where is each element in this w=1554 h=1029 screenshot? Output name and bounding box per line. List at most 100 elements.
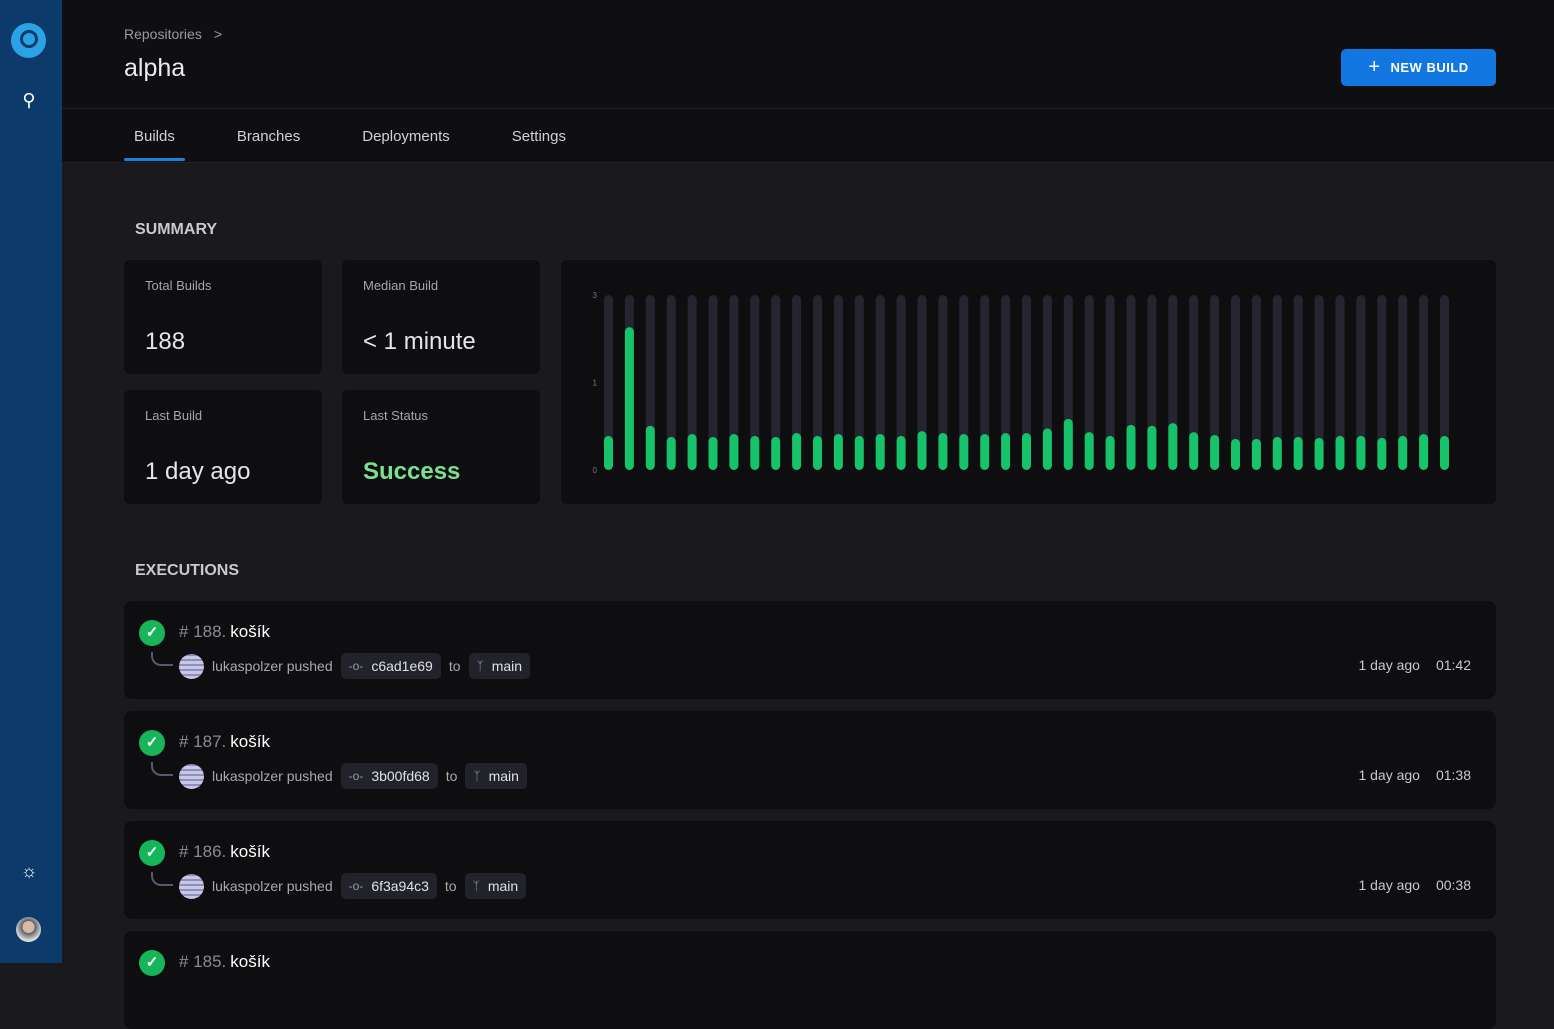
new-build-label: NEW BUILD: [1390, 60, 1469, 75]
bar[interactable]: [604, 435, 613, 470]
breadcrumb: Repositories >: [124, 26, 222, 42]
bar[interactable]: [1440, 435, 1449, 470]
breadcrumb-repositories[interactable]: Repositories: [124, 26, 202, 42]
bar[interactable]: [875, 434, 885, 470]
build-duration-chart: 3 1 0: [561, 260, 1496, 504]
new-build-button[interactable]: + NEW BUILD: [1341, 49, 1496, 86]
bar[interactable]: [1356, 435, 1366, 470]
build-meta: lukaspolzer pushed -o-c6ad1e69 to ᛉ main: [179, 653, 531, 679]
execution-row[interactable]: ✓ # 187. košík lukaspolzer pushed -o- 3b00…: [124, 711, 1496, 809]
bar[interactable]: [1147, 425, 1157, 470]
bar[interactable]: [896, 435, 906, 470]
to-label: to: [448, 658, 461, 674]
tab-deployments[interactable]: Deployments: [352, 128, 460, 145]
stat-last-build: Last Build 1 day ago: [124, 390, 322, 504]
tabs: Builds Branches Deployments Settings: [124, 128, 576, 161]
branch-name: main: [488, 768, 519, 784]
plus-icon: +: [1368, 56, 1381, 78]
bar[interactable]: [1251, 438, 1261, 470]
build-timing: 1 day ago 01:38: [1358, 767, 1471, 783]
branch-pill[interactable]: ᛉ main: [464, 873, 527, 899]
bar[interactable]: [1272, 436, 1282, 470]
bar[interactable]: [771, 436, 781, 470]
executions-heading: EXECUTIONS: [135, 562, 240, 579]
tab-settings[interactable]: Settings: [502, 128, 576, 145]
connector-line: [151, 872, 173, 886]
stat-value: 1 day ago: [145, 458, 251, 485]
page-title: alpha: [124, 54, 186, 82]
bar[interactable]: [1189, 432, 1199, 470]
y-tick-label: 0: [593, 466, 598, 475]
bar[interactable]: [708, 436, 718, 470]
build-name: košík: [230, 842, 270, 861]
bar[interactable]: [750, 435, 760, 470]
build-name: košík: [230, 732, 270, 751]
pushed-by: lukaspolzer pushed: [212, 768, 333, 784]
bar[interactable]: [1377, 437, 1387, 470]
bar[interactable]: [624, 327, 634, 470]
stat-label: Median Build: [363, 278, 439, 293]
commit-icon: -o-: [348, 879, 364, 893]
bar[interactable]: [1398, 435, 1408, 470]
bar[interactable]: [1042, 428, 1052, 470]
search-icon[interactable]: ⚲: [18, 90, 40, 111]
bar[interactable]: [1105, 435, 1115, 470]
commit-pill[interactable]: -o-c6ad1e69: [340, 653, 441, 679]
build-timing: 1 day ago 01:42: [1358, 657, 1471, 673]
bar[interactable]: [854, 435, 864, 470]
summary-heading: SUMMARY: [135, 221, 218, 238]
bar[interactable]: [1022, 433, 1031, 470]
commit-pill[interactable]: -o- 3b00fd68: [340, 763, 438, 789]
execution-row[interactable]: ✓ # 188. košík lukaspolzer pushed -o-c6ad…: [124, 601, 1496, 699]
header: Repositories > alpha + NEW BUILD Builds Br…: [62, 0, 1554, 163]
sun-icon[interactable]: ☼: [18, 861, 40, 882]
bar[interactable]: [1335, 435, 1345, 470]
bar[interactable]: [645, 425, 655, 470]
build-title[interactable]: # 187. košík: [179, 732, 270, 752]
bar[interactable]: [1293, 436, 1303, 470]
bar[interactable]: [1210, 434, 1220, 470]
bar[interactable]: [1063, 418, 1073, 470]
bar[interactable]: [1231, 438, 1240, 470]
build-title[interactable]: # 185. košík: [179, 952, 270, 972]
build-title[interactable]: # 188. košík: [179, 622, 270, 642]
bar[interactable]: [980, 434, 990, 470]
bar[interactable]: [666, 436, 676, 470]
execution-row[interactable]: ✓ # 185. košík: [124, 931, 1496, 1029]
bar[interactable]: [833, 434, 843, 470]
bar[interactable]: [813, 435, 822, 470]
build-time-ago: 1 day ago: [1358, 657, 1420, 673]
success-check-icon: ✓: [139, 730, 165, 756]
pushed-by: lukaspolzer pushed: [212, 658, 333, 674]
branch-pill[interactable]: ᛉ main: [468, 653, 531, 679]
bar[interactable]: [938, 433, 948, 470]
commit-pill[interactable]: -o- 6f3a94c3: [340, 873, 437, 899]
build-title[interactable]: # 186. košík: [179, 842, 270, 862]
bar[interactable]: [917, 431, 927, 470]
bar[interactable]: [959, 434, 969, 470]
bar[interactable]: [687, 434, 697, 470]
success-check-icon: ✓: [139, 840, 165, 866]
execution-row[interactable]: ✓ # 186. košík lukaspolzer pushed -o- 6f3a…: [124, 821, 1496, 919]
bar[interactable]: [1001, 433, 1011, 470]
bar[interactable]: [1419, 434, 1429, 470]
to-label: to: [444, 878, 457, 894]
tab-builds[interactable]: Builds: [124, 128, 185, 161]
tab-branches[interactable]: Branches: [227, 128, 310, 145]
build-duration: 00:38: [1435, 877, 1471, 893]
bar[interactable]: [729, 434, 739, 470]
bar[interactable]: [1126, 424, 1136, 470]
sidebar: ⚲ ☼: [0, 0, 62, 963]
user-avatar[interactable]: [16, 917, 41, 942]
y-tick-label: 1: [593, 379, 598, 388]
bar[interactable]: [1084, 432, 1094, 470]
build-time-ago: 1 day ago: [1358, 767, 1420, 783]
branch-pill[interactable]: ᛉ main: [465, 763, 527, 789]
commit-hash: 3b00fd68: [371, 768, 430, 784]
bar[interactable]: [792, 433, 802, 470]
logo-icon[interactable]: [11, 23, 46, 58]
branch-name: main: [491, 658, 523, 674]
bar[interactable]: [1168, 423, 1178, 470]
bar[interactable]: [1314, 437, 1324, 470]
pushed-by: lukaspolzer pushed: [212, 878, 333, 894]
